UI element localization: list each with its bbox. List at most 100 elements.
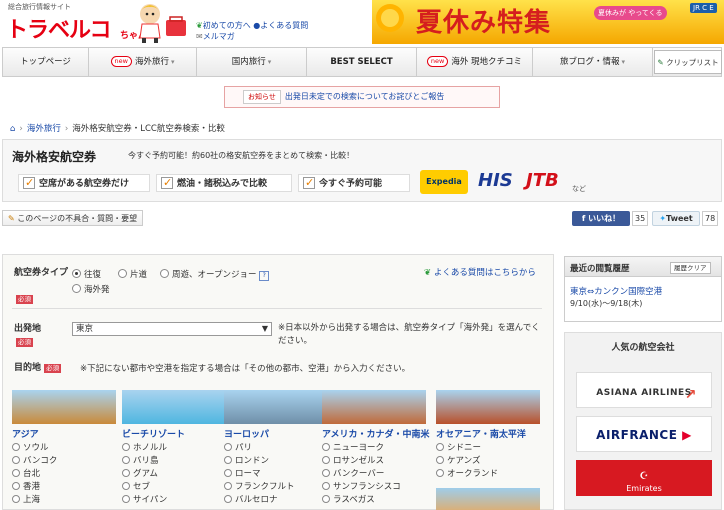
city-label: ロンドン: [235, 456, 270, 466]
feedback-button[interactable]: ✎ このページの不具合・質問・要望: [2, 210, 144, 226]
nav-overseas[interactable]: new 海外旅行 ▾: [89, 48, 197, 76]
summer-banner[interactable]: 夏休み特集 夏休みが やってくる JR C E: [372, 0, 724, 44]
his-logo: HIS: [478, 170, 513, 191]
region-image[interactable]: [122, 390, 226, 424]
region-image[interactable]: [12, 390, 116, 424]
region-image[interactable]: [224, 390, 328, 424]
airline-name: AIRFRANCE: [596, 428, 678, 442]
city-radio[interactable]: ホノルル: [122, 442, 226, 455]
city-radio[interactable]: フランクフルト: [224, 481, 328, 494]
radio-dot: [224, 468, 232, 477]
clip-list-button[interactable]: ✎ クリップリスト: [654, 50, 722, 74]
beginner-link[interactable]: 初めての方へ: [203, 21, 251, 30]
help-icon[interactable]: ?: [259, 271, 270, 281]
twitter-icon: ✦: [659, 214, 667, 223]
city-label: ホノルル: [133, 443, 168, 453]
region-title[interactable]: アジア: [12, 427, 116, 440]
radio-multicity[interactable]: 周遊、オープンジョー ?: [160, 268, 270, 281]
departure-select[interactable]: 東京 ▼: [72, 322, 272, 336]
faq-link[interactable]: ❦ よくある質問はこちらから: [424, 266, 536, 278]
region-image[interactable]: [436, 488, 540, 510]
fb-label: いいね！: [588, 214, 621, 223]
city-radio[interactable]: ロンドン: [224, 455, 328, 468]
city-label: ニューヨーク: [333, 443, 385, 453]
city-radio[interactable]: 香港: [12, 481, 116, 494]
history-item-link[interactable]: 東京⇔カンクン国際空港: [570, 286, 662, 298]
city-radio[interactable]: バリ島: [122, 455, 226, 468]
city-radio[interactable]: バルセロナ: [224, 494, 328, 507]
radio-dot: [322, 455, 330, 464]
city-label: ソウル: [23, 443, 49, 453]
notice-bar[interactable]: お知らせ 出発日未定での検索についてお詫びとご報告: [224, 86, 500, 108]
radio-roundtrip[interactable]: 往復: [72, 268, 101, 280]
city-radio[interactable]: シドニー: [436, 442, 540, 455]
newsletter-link[interactable]: メルマガ: [203, 32, 235, 41]
history-item-date: 9/10(水)～9/18(木): [570, 299, 643, 308]
city-radio[interactable]: ケアンズ: [436, 455, 540, 468]
chevron-down-icon: ▾: [170, 58, 175, 66]
city-radio[interactable]: 上海: [12, 494, 116, 507]
city-radio[interactable]: ソウル: [12, 442, 116, 455]
notice-link[interactable]: 出発日未定での検索についてお詫びとご報告: [285, 92, 445, 101]
radio-dot: [72, 284, 81, 293]
city-radio[interactable]: セブ: [122, 481, 226, 494]
city-radio[interactable]: バンコク: [12, 455, 116, 468]
city-radio[interactable]: ラスベガス: [322, 494, 426, 507]
city-label: ロサンゼルス: [333, 456, 385, 466]
city-radio[interactable]: サイパン: [122, 494, 226, 507]
region-title[interactable]: オセアニア・南太平洋: [436, 427, 540, 440]
nav-reviews[interactable]: new 海外 現地クチコミ: [417, 48, 533, 76]
page-title: 海外格安航空券: [12, 150, 97, 164]
radio-dot: [436, 468, 444, 477]
nav-domestic[interactable]: 国内旅行 ▾: [197, 48, 307, 76]
new-badge: new: [426, 56, 449, 67]
nav-label: 海外旅行: [134, 57, 169, 67]
region-column: ビーチリゾートホノルルバリ島 グアム セブ サイパン: [122, 390, 226, 507]
radio-overseas-departure[interactable]: 海外発: [72, 283, 110, 295]
city-radio[interactable]: 台北: [12, 468, 116, 481]
region-title[interactable]: アメリカ・カナダ・中南米: [322, 427, 430, 440]
city-label: オークランド: [447, 469, 499, 479]
faq-header-link[interactable]: よくある質問: [260, 21, 308, 30]
city-radio[interactable]: ニューヨーク: [322, 442, 426, 455]
clip-icon: ✎: [657, 58, 664, 67]
divider: [12, 308, 542, 309]
city-radio[interactable]: サンフランシスコ: [322, 481, 426, 494]
breadcrumb-overseas[interactable]: 海外旅行: [27, 124, 61, 134]
airline-airfrance[interactable]: AIRFRANCE ▶: [576, 416, 712, 452]
region-title[interactable]: ビーチリゾート: [122, 427, 226, 440]
history-clear-button[interactable]: 履歴クリア: [670, 262, 711, 274]
city-radio[interactable]: パリ: [224, 442, 328, 455]
nav-label: 旅ブログ・情報: [559, 57, 620, 67]
history-title: 最近の閲覧履歴: [570, 264, 630, 274]
city-label: サンフランシスコ: [333, 482, 401, 492]
banner-subtitle: 夏休みが やってくる: [594, 6, 667, 20]
tweet-button[interactable]: ✦Tweet: [652, 211, 700, 226]
radio-dot: [122, 455, 130, 464]
radio-dot: [224, 481, 232, 490]
city-label: 台北: [23, 469, 41, 479]
nav-blog[interactable]: 旅ブログ・情報 ▾: [533, 48, 653, 76]
home-icon[interactable]: ⌂: [10, 124, 15, 134]
site-logo[interactable]: トラベルコ: [6, 12, 112, 44]
region-image[interactable]: [436, 390, 540, 424]
city-radio[interactable]: ロサンゼルス: [322, 455, 426, 468]
city-radio[interactable]: オークランド: [436, 468, 540, 481]
nav-top[interactable]: トップページ: [3, 48, 89, 76]
region-column: ヨーロッパパリ ロンドンローマ フランクフルト バルセロナ: [224, 390, 328, 507]
radio-oneway[interactable]: 片道: [118, 268, 147, 280]
city-radio[interactable]: ローマ: [224, 468, 328, 481]
region-image[interactable]: [322, 390, 426, 424]
airline-emirates[interactable]: ☪ Emirates: [576, 460, 712, 496]
required-badge: 必須: [16, 295, 33, 304]
city-radio[interactable]: グアム: [122, 468, 226, 481]
trip-type-label: 航空券タイプ: [14, 268, 69, 278]
region-title[interactable]: ヨーロッパ: [224, 427, 328, 440]
city-radio[interactable]: バンクーバー: [322, 468, 426, 481]
airline-asiana[interactable]: ASIANA AIRLINES ↗: [576, 372, 712, 408]
city-list: パリ ロンドンローマ フランクフルト バルセロナ: [224, 442, 328, 507]
partners-suffix: など: [572, 185, 586, 193]
facebook-like-button[interactable]: f いいね！: [572, 211, 630, 226]
nav-best-select[interactable]: BEST SELECT: [307, 48, 417, 76]
feedback-label: このページの不具合・質問・要望: [17, 214, 138, 223]
